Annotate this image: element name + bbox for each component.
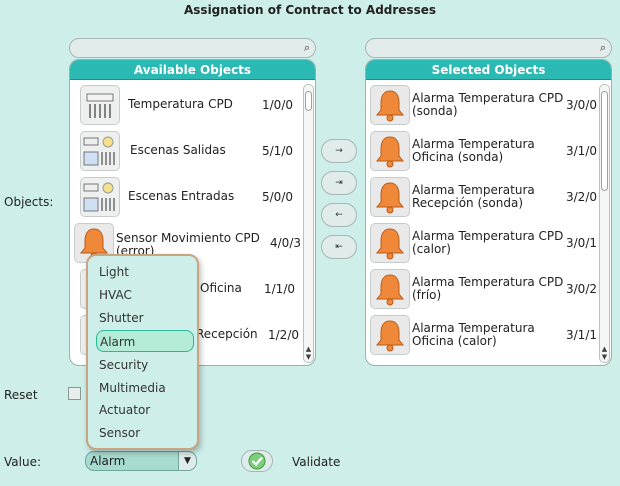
scenes-icon (80, 131, 120, 171)
object-address: 3/1/0 (566, 144, 597, 158)
list-item[interactable]: Escenas Entradas 5/0/0 (70, 174, 302, 220)
available-search-input[interactable]: ⌕ (69, 38, 316, 58)
scenes-icon (80, 177, 120, 217)
scrollbar-thumb[interactable] (305, 91, 312, 111)
selected-search-input[interactable]: ⌕ (365, 38, 612, 58)
object-address: 1/1/0 (264, 282, 295, 296)
list-item[interactable]: Alarma Temperatura CPD (sonda) 3/0/0 (366, 82, 598, 128)
object-name: Temperatura CPD (128, 97, 233, 111)
scrollbar-thumb[interactable] (601, 91, 608, 191)
scroll-down-icon[interactable]: ▼ (600, 353, 609, 361)
dropdown-option-light[interactable]: Light (96, 261, 194, 283)
list-item[interactable]: Escenas Salidas 5/1/0 (70, 128, 302, 174)
dropdown-option-alarm[interactable]: Alarm (96, 330, 194, 352)
available-scrollbar[interactable]: ▲ ▼ (303, 84, 314, 363)
add-all-button[interactable]: ⇥ (321, 171, 357, 195)
object-address: 3/0/1 (566, 236, 597, 250)
dropdown-option-actuator[interactable]: Actuator (96, 399, 194, 421)
object-address: 5/0/0 (262, 190, 293, 204)
scroll-up-icon[interactable]: ▲ (304, 345, 313, 353)
chevron-down-icon[interactable]: ▼ (178, 452, 196, 470)
remove-selected-button[interactable]: ← (321, 203, 357, 227)
object-address: 1/2/0 (268, 328, 299, 342)
bell-icon (370, 85, 410, 125)
list-item[interactable]: Alarma Temperatura Oficina (calor) 3/1/1 (366, 312, 598, 358)
bell-icon (370, 315, 410, 355)
list-item[interactable]: Temperatura CPD 1/0/0 (70, 82, 302, 128)
scroll-up-icon[interactable]: ▲ (600, 345, 609, 353)
page-title: Assignation of Contract to Addresses (184, 3, 436, 17)
object-address: 3/0/0 (566, 98, 597, 112)
object-name: Alarma Temperatura Oficina (calor) (412, 321, 535, 348)
dropdown-option-security[interactable]: Security (96, 354, 194, 376)
object-name: Alarma Temperatura CPD (frío) (412, 275, 564, 302)
object-address: 4/0/3 (270, 236, 301, 250)
remove-all-button[interactable]: ⇤ (321, 235, 357, 259)
list-item[interactable]: Alarma Temperatura Recepción (sonda) 3/2/… (366, 174, 598, 220)
object-address: 5/1/0 (262, 144, 293, 158)
dropdown-option-sensor[interactable]: Sensor (96, 422, 194, 444)
add-selected-button[interactable]: → (321, 139, 357, 163)
bell-icon (370, 269, 410, 309)
dropdown-option-hvac[interactable]: HVAC (96, 284, 194, 306)
search-icon: ⌕ (599, 41, 606, 54)
reset-label: Reset (4, 388, 38, 402)
bell-icon (370, 223, 410, 263)
value-label: Value: (4, 455, 41, 469)
search-icon: ⌕ (303, 41, 310, 54)
object-name: Escenas Salidas (130, 143, 226, 157)
object-name: Recepción (196, 327, 258, 341)
scroll-down-icon[interactable]: ▼ (304, 353, 313, 361)
reset-checkbox[interactable] (68, 387, 81, 400)
value-dropdown-selected: Alarm (90, 454, 126, 468)
available-objects-header: Available Objects (70, 60, 315, 80)
dropdown-option-multimedia[interactable]: Multimedia (96, 377, 194, 399)
object-name: Escenas Entradas (128, 189, 235, 203)
value-dropdown[interactable]: Alarm ▼ (85, 451, 197, 471)
hvac-icon (80, 85, 120, 125)
selected-objects-panel: Selected Objects Alarma Temperatura CPD(… (365, 59, 612, 366)
validate-button[interactable] (241, 450, 273, 472)
object-name: Alarma Temperatura Recepción (sonda) (412, 183, 535, 210)
bell-icon (370, 131, 410, 171)
selected-objects-header: Selected Objects (366, 60, 611, 80)
list-item[interactable]: Alarma Temperatura CPD (frío) 3/0/2 (366, 266, 598, 312)
list-item[interactable]: Alarma Temperatura Oficina (sonda) 3/1/0 (366, 128, 598, 174)
object-name: Alarma Temperatura CPD (calor) (412, 229, 564, 256)
object-address: 1/0/0 (262, 98, 293, 112)
dropdown-option-shutter[interactable]: Shutter (96, 307, 194, 329)
object-name: Oficina (200, 281, 242, 295)
object-name: Alarma Temperatura Oficina (sonda) (412, 137, 535, 164)
bell-icon (370, 177, 410, 217)
object-name: Alarma Temperatura CPD (sonda) (412, 91, 564, 118)
object-address: 3/0/2 (566, 282, 597, 296)
object-address: 3/1/1 (566, 328, 597, 342)
checkmark-icon (248, 452, 266, 470)
object-address: 3/2/0 (566, 190, 597, 204)
value-dropdown-list: Light HVAC Shutter Alarm Security Multim… (86, 254, 199, 450)
objects-label: Objects: (4, 195, 54, 209)
list-item[interactable]: Alarma Temperatura CPD (calor) 3/0/1 (366, 220, 598, 266)
selected-scrollbar[interactable]: ▲ ▼ (599, 84, 610, 363)
validate-label: Validate (292, 455, 341, 469)
